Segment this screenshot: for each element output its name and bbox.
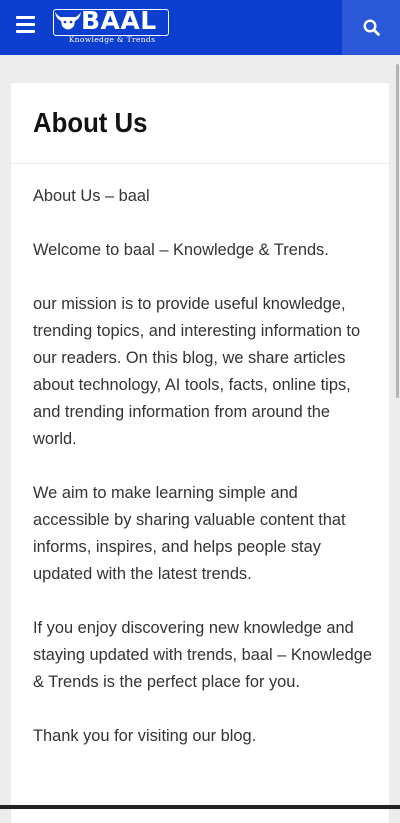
- paragraph-aim: We aim to make learning simple and acces…: [33, 484, 346, 583]
- bottom-edge-bar: [0, 805, 400, 809]
- paragraph-heading: About Us – baal: [33, 187, 150, 205]
- bull-logo-icon: [55, 12, 81, 30]
- paragraph-invite: If you enjoy discovering new knowledge a…: [33, 619, 372, 691]
- search-button[interactable]: [342, 0, 400, 55]
- hamburger-menu-icon[interactable]: [16, 16, 35, 33]
- logo-text: BAAL: [81, 6, 157, 35]
- paragraph-thanks: Thank you for visiting our blog.: [33, 727, 257, 745]
- site-logo[interactable]: BAAL Knowledge & Trends: [53, 6, 173, 44]
- page-content: About Us – baal Welcome to baal – Knowle…: [33, 183, 373, 777]
- about-card: About Us About Us – baal Welcome to baal…: [11, 83, 389, 823]
- paragraph-mission: our mission is to provide useful knowled…: [33, 295, 361, 448]
- site-header: BAAL Knowledge & Trends: [0, 0, 400, 55]
- paragraph-welcome: Welcome to baal – Knowledge & Trends.: [33, 241, 329, 259]
- scrollbar-thumb[interactable]: [396, 64, 399, 398]
- logo-tagline: Knowledge & Trends: [68, 35, 156, 44]
- title-divider: [11, 163, 389, 164]
- search-icon: [362, 19, 380, 36]
- page-title: About Us: [33, 107, 148, 138]
